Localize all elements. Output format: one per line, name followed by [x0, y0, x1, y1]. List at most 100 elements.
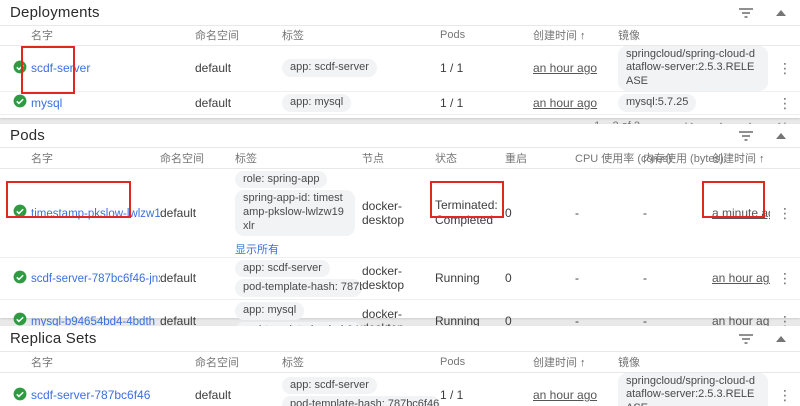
column-header-namespace[interactable]: 命名空间	[160, 148, 235, 168]
label-chip: pod-template-hash: 787bc6f46	[282, 396, 440, 406]
check-circle-icon	[13, 204, 27, 218]
show-all-labels-link[interactable]: 显示所有	[235, 241, 279, 257]
column-header-name[interactable]: 名字	[31, 26, 195, 45]
check-circle-icon	[13, 94, 27, 108]
cell-status: Running	[435, 257, 505, 300]
deployments-section: Deployments 名字 命名空间 标签 Pods 创建时间↑ 镜像 scd…	[0, 0, 800, 118]
column-header-status-icon	[0, 26, 31, 45]
cell-name: scdf-server	[31, 45, 195, 91]
cell-memory: -	[643, 257, 712, 300]
column-header-pods[interactable]: Pods	[440, 26, 533, 45]
pods-section: Pods 名字 命名空间 标签 节点 状态 重启 CPU 使用率 (cores)…	[0, 124, 800, 318]
cell-status: Terminated: Completed	[435, 168, 505, 257]
pods-header-row: 名字 命名空间 标签 节点 状态 重启 CPU 使用率 (cores) 内存使用…	[0, 148, 800, 168]
label-chip: app: scdf-server	[282, 377, 377, 395]
column-header-actions	[770, 26, 800, 45]
check-circle-icon	[13, 312, 27, 326]
cell-created: an hour ago	[533, 91, 618, 114]
collapse-icon[interactable]	[776, 336, 786, 342]
cell-namespace: default	[195, 91, 282, 114]
cell-namespace: default	[195, 45, 282, 91]
deployments-header-row: 名字 命名空间 标签 Pods 创建时间↑ 镜像	[0, 26, 800, 45]
replicasets-header-row: 名字 命名空间 标签 Pods 创建时间↑ 镜像	[0, 352, 800, 372]
collapse-icon[interactable]	[776, 133, 786, 139]
cell-restarts: 0	[505, 257, 575, 300]
replicasets-header-bar: Replica Sets	[0, 326, 800, 352]
cell-memory: -	[643, 168, 712, 257]
column-header-pods[interactable]: Pods	[440, 352, 533, 372]
label-chip: app: mysql	[235, 302, 304, 320]
image-chip: springcloud/spring-cloud-dataflow-server…	[618, 373, 768, 406]
column-header-created[interactable]: 创建时间↑	[533, 26, 618, 45]
cell-cpu: -	[575, 257, 643, 300]
cell-created: an hour ago	[533, 372, 618, 406]
cell-node: docker-desktop	[362, 257, 435, 300]
cell-name: scdf-server-787bc6f46	[31, 372, 195, 406]
cell-images: springcloud/spring-cloud-dataflow-server…	[618, 372, 770, 406]
cell-status-icon	[0, 168, 31, 257]
image-chip: springcloud/spring-cloud-dataflow-server…	[618, 46, 768, 91]
column-header-images: 镜像	[618, 352, 770, 372]
row-menu-icon[interactable]: ⋮	[770, 45, 800, 91]
cell-status-icon	[0, 91, 31, 114]
pod-link[interactable]: timestamp-pkslow-lwlzw19xlr	[31, 208, 160, 220]
filter-icon[interactable]	[738, 129, 754, 143]
pod-link[interactable]: scdf-server-787bc6f46-jnxjp	[31, 273, 160, 285]
sort-ascending-icon: ↑	[580, 357, 586, 369]
deployment-link[interactable]: scdf-server	[31, 61, 90, 75]
column-header-actions	[770, 148, 800, 168]
cell-images: springcloud/spring-cloud-dataflow-server…	[618, 45, 770, 91]
cell-images: mysql:5.7.25	[618, 91, 770, 114]
replicaset-link[interactable]: scdf-server-787bc6f46	[31, 388, 150, 402]
relative-time-link[interactable]: an hour ago	[533, 388, 597, 402]
column-header-name[interactable]: 名字	[31, 148, 160, 168]
section-title-pods: Pods	[10, 127, 45, 144]
column-header-namespace[interactable]: 命名空间	[195, 26, 282, 45]
relative-time-link[interactable]: an hour ago	[712, 271, 770, 285]
column-header-status[interactable]: 状态	[435, 148, 505, 168]
section-title-deployments: Deployments	[10, 4, 100, 21]
replicasets-section: Replica Sets 名字 命名空间 标签 Pods 创建时间↑ 镜像 sc…	[0, 326, 800, 406]
column-header-images: 镜像	[618, 26, 770, 45]
label-chip: role: spring-app	[235, 171, 327, 189]
check-circle-icon	[13, 60, 27, 74]
column-header-restarts[interactable]: 重启	[505, 148, 575, 168]
column-header-labels: 标签	[235, 148, 362, 168]
check-circle-icon	[13, 387, 27, 401]
column-header-created[interactable]: 创建时间↑	[533, 352, 618, 372]
table-row: timestamp-pkslow-lwlzw19xlr default role…	[0, 168, 800, 257]
row-menu-icon[interactable]: ⋮	[770, 257, 800, 300]
row-menu-icon[interactable]: ⋮	[770, 168, 800, 257]
filter-icon[interactable]	[738, 332, 754, 346]
row-menu-icon[interactable]: ⋮	[770, 372, 800, 406]
row-menu-icon[interactable]: ⋮	[770, 91, 800, 114]
cell-labels: app: scdf-server	[282, 45, 440, 91]
column-header-cpu: CPU 使用率 (cores)	[575, 148, 643, 168]
cell-created: an hour ago	[712, 257, 770, 300]
relative-time-link[interactable]: an hour ago	[533, 61, 597, 75]
table-row: scdf-server-787bc6f46 default app: scdf-…	[0, 372, 800, 406]
relative-time-link[interactable]: an hour ago	[533, 96, 597, 110]
column-header-status-icon	[0, 148, 31, 168]
cell-labels: role: spring-app spring-app-id: timestam…	[235, 168, 362, 257]
column-header-namespace[interactable]: 命名空间	[195, 352, 282, 372]
column-header-name[interactable]: 名字	[31, 352, 195, 372]
filter-icon[interactable]	[738, 6, 754, 20]
section-title-replicasets: Replica Sets	[10, 330, 97, 347]
column-header-created[interactable]: 创建时间↑	[712, 148, 770, 168]
collapse-icon[interactable]	[776, 10, 786, 16]
column-header-labels: 标签	[282, 26, 440, 45]
cell-pods: 1 / 1	[440, 45, 533, 91]
column-header-node[interactable]: 节点	[362, 148, 435, 168]
sort-ascending-icon: ↑	[759, 153, 765, 165]
cell-node: docker-desktop	[362, 168, 435, 257]
pods-table: 名字 命名空间 标签 节点 状态 重启 CPU 使用率 (cores) 内存使用…	[0, 148, 800, 343]
cell-status-icon	[0, 257, 31, 300]
column-header-memory: 内存使用 (bytes)	[643, 148, 712, 168]
image-chip: mysql:5.7.25	[618, 94, 696, 112]
deployment-link[interactable]: mysql	[31, 96, 62, 110]
cell-pods: 1 / 1	[440, 372, 533, 406]
relative-time-link[interactable]: a minute ago	[712, 206, 770, 220]
deployments-table: 名字 命名空间 标签 Pods 创建时间↑ 镜像 scdf-server def…	[0, 26, 800, 115]
cell-labels: app: scdf-server pod-template-hash: 787b…	[235, 257, 362, 300]
